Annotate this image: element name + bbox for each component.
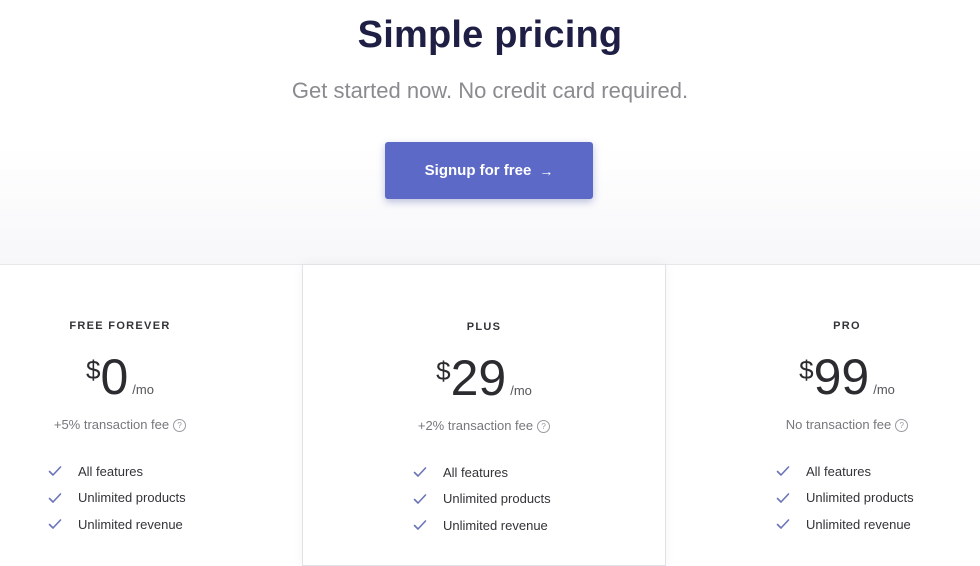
- price-amount: 29: [450, 350, 507, 406]
- signup-button-label: Signup for free: [424, 162, 532, 179]
- price-currency: $: [799, 355, 814, 385]
- feature-item: All features: [776, 458, 914, 485]
- question-circle-icon[interactable]: ?: [173, 419, 187, 432]
- price-amount: 0: [100, 349, 129, 405]
- check-icon: [413, 467, 427, 478]
- plan-fee-text: +5% transaction fee: [53, 417, 170, 432]
- check-icon: [48, 519, 62, 530]
- check-icon: [776, 466, 790, 477]
- check-icon: [776, 519, 790, 530]
- feature-label: Unlimited products: [806, 490, 914, 506]
- plan-fee: No transaction fee?: [666, 417, 980, 432]
- feature-item: Unlimited products: [776, 485, 914, 512]
- plan-price: $99/mo: [666, 347, 980, 407]
- price-period: /mo: [510, 383, 532, 398]
- check-icon: [413, 520, 427, 531]
- question-circle-icon[interactable]: ?: [895, 419, 909, 432]
- check-icon: [48, 466, 62, 477]
- plan-card-plus: PLUS $29/mo +2% transaction fee? All fea…: [302, 264, 666, 566]
- feature-item: Unlimited revenue: [48, 511, 186, 538]
- hero-section: Simple pricing Get started now. No credi…: [0, 0, 980, 264]
- plan-name: PLUS: [466, 321, 502, 333]
- feature-item: Unlimited revenue: [413, 512, 551, 539]
- feature-label: Unlimited revenue: [806, 516, 911, 532]
- plan-fee-text: No transaction fee: [785, 417, 892, 432]
- arrow-right-icon: →: [539, 162, 554, 179]
- page-subtitle: Get started now. No credit card required…: [291, 78, 689, 103]
- price-currency: $: [436, 356, 451, 386]
- feature-label: Unlimited revenue: [78, 516, 183, 532]
- check-icon: [776, 492, 790, 503]
- plan-card-free: FREE FOREVER $0/mo +5% transaction fee? …: [0, 265, 300, 551]
- plan-name: FREE FOREVER: [69, 320, 171, 332]
- feature-item: Unlimited products: [413, 486, 551, 513]
- signup-button[interactable]: Signup for free →: [385, 142, 593, 199]
- question-circle-icon[interactable]: ?: [537, 420, 551, 433]
- page-title: Simple pricing: [357, 14, 623, 56]
- check-icon: [48, 492, 62, 503]
- feature-item: Unlimited products: [48, 485, 186, 512]
- plan-fee-text: +2% transaction fee: [417, 418, 534, 433]
- feature-item: All features: [48, 458, 186, 485]
- plan-price: $29/mo: [303, 348, 665, 408]
- plan-fee: +2% transaction fee?: [303, 418, 665, 433]
- feature-label: All features: [806, 463, 872, 479]
- check-icon: [413, 493, 427, 504]
- feature-label: Unlimited products: [443, 491, 551, 507]
- feature-item: Unlimited revenue: [776, 511, 914, 538]
- plan-name: PRO: [833, 320, 861, 332]
- feature-label: Unlimited revenue: [443, 517, 548, 533]
- price-period: /mo: [873, 382, 895, 397]
- feature-list: All features Unlimited products Unlimite…: [413, 459, 551, 539]
- plan-fee: +5% transaction fee?: [0, 417, 240, 432]
- price-amount: 99: [813, 349, 870, 405]
- price-currency: $: [86, 355, 101, 385]
- feature-label: Unlimited products: [78, 490, 186, 506]
- price-period: /mo: [132, 382, 154, 397]
- plan-card-pro: PRO $99/mo No transaction fee? All featu…: [666, 265, 980, 551]
- feature-list: All features Unlimited products Unlimite…: [776, 458, 914, 538]
- feature-label: All features: [78, 463, 144, 479]
- feature-label: All features: [443, 464, 509, 480]
- feature-item: All features: [413, 459, 551, 486]
- plan-price: $0/mo: [0, 347, 240, 407]
- feature-list: All features Unlimited products Unlimite…: [48, 458, 186, 538]
